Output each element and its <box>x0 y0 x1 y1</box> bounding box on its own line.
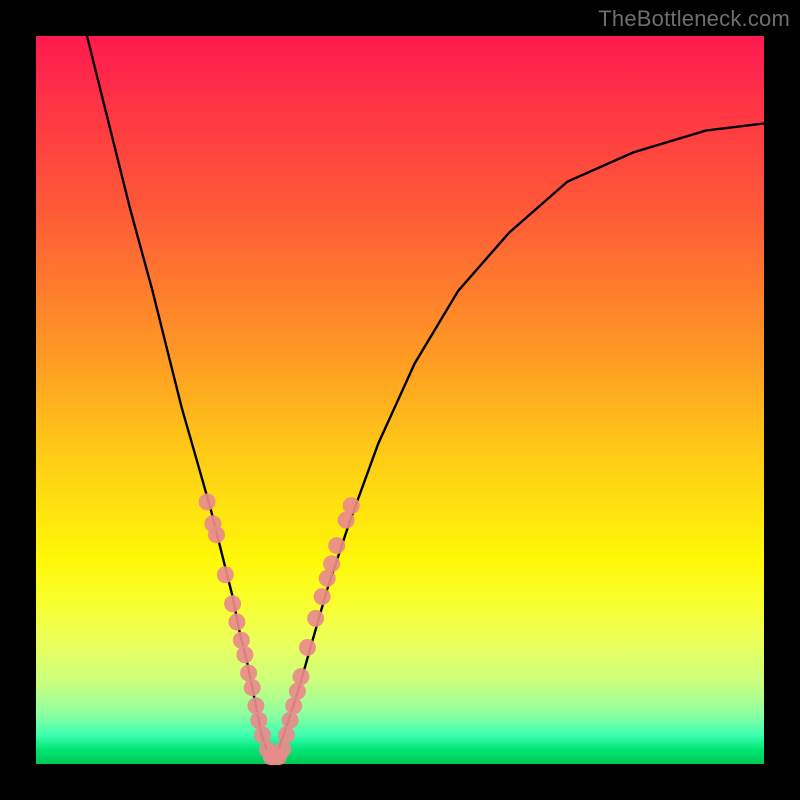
marker-dot <box>293 668 310 685</box>
marker-dot <box>217 566 234 583</box>
marker-dot <box>236 646 253 663</box>
marker-dot <box>289 683 306 700</box>
marker-dot <box>233 632 250 649</box>
bottleneck-curve-path <box>87 36 764 757</box>
marker-group <box>199 493 360 765</box>
chart-frame: TheBottleneck.com <box>0 0 800 800</box>
marker-dot <box>323 555 340 572</box>
marker-dot <box>299 639 316 656</box>
marker-dot <box>285 697 302 714</box>
marker-dot <box>328 537 345 554</box>
marker-dot <box>338 512 355 529</box>
marker-dot <box>274 741 291 758</box>
marker-dot <box>247 697 264 714</box>
marker-dot <box>319 570 336 587</box>
marker-dot <box>240 665 257 682</box>
marker-dot <box>199 493 216 510</box>
marker-dot <box>208 526 225 543</box>
curve-layer <box>36 36 764 764</box>
marker-dot <box>228 614 245 631</box>
marker-dot <box>278 726 295 743</box>
plot-area <box>36 36 764 764</box>
watermark-text: TheBottleneck.com <box>598 6 790 32</box>
marker-dot <box>314 588 331 605</box>
marker-dot <box>254 726 271 743</box>
marker-dot <box>244 679 261 696</box>
marker-dot <box>250 712 267 729</box>
marker-dot <box>282 712 299 729</box>
marker-dot <box>343 497 360 514</box>
marker-dot <box>307 610 324 627</box>
marker-dot <box>224 595 241 612</box>
